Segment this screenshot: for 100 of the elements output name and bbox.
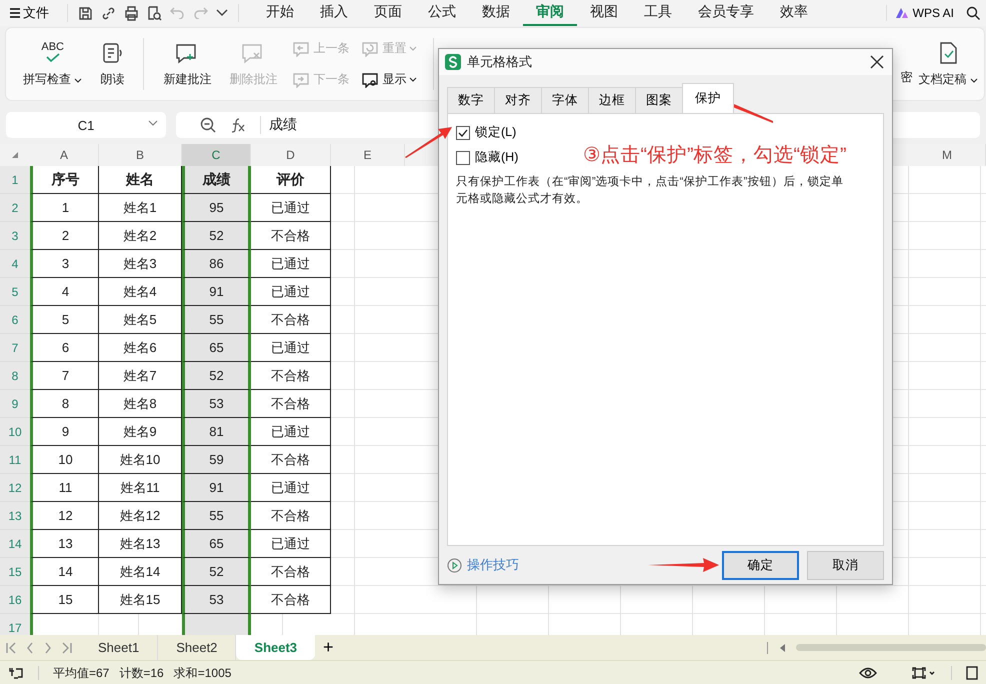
table-cell: 53: [182, 586, 251, 614]
table-cell: 序号: [30, 166, 99, 194]
table-cell: 姓名6: [99, 334, 182, 362]
menu-tab[interactable]: 视图: [577, 0, 631, 26]
table-cell: 已通过: [251, 418, 331, 446]
table-cell: 1: [30, 194, 99, 222]
zoom-icon: [200, 117, 216, 133]
search-icon: [966, 6, 980, 20]
menu-tab[interactable]: 插入: [307, 0, 361, 26]
table-cell: 14: [30, 558, 99, 586]
table-cell: 59: [182, 446, 251, 474]
dialog-tab[interactable]: 图案: [635, 87, 683, 113]
dialog-tab[interactable]: 字体: [541, 87, 589, 113]
table-cell: 91: [182, 278, 251, 306]
menu-tab[interactable]: 页面: [361, 0, 415, 26]
name-box[interactable]: C1: [6, 112, 166, 138]
table-cell: 姓名7: [99, 362, 182, 390]
ribbon-button[interactable]: 朗读: [93, 36, 132, 92]
status-stat: 平均值=67: [53, 664, 110, 682]
table-cell: 不合格: [251, 558, 331, 586]
menu-tab[interactable]: 会员专享: [685, 0, 767, 26]
table-cell: 姓名8: [99, 390, 182, 418]
file-menu[interactable]: 文件: [6, 4, 53, 22]
checkbox[interactable]: [456, 126, 470, 140]
table-cell: 姓名15: [99, 586, 182, 614]
table-cell: 姓名10: [99, 446, 182, 474]
menu-tab[interactable]: 效率: [767, 0, 821, 26]
close-button[interactable]: [868, 53, 886, 71]
normal-view-icon: [966, 666, 978, 680]
ribbon-button[interactable]: 新建批注: [156, 36, 218, 92]
ribbon-button[interactable]: 显示: [357, 68, 422, 91]
table-cell: 不合格: [251, 586, 331, 614]
first-sheet-icon: [6, 642, 16, 654]
link-icon: [101, 6, 116, 20]
table-cell: 91: [182, 474, 251, 502]
tips-link[interactable]: 操作技巧: [447, 556, 519, 574]
dialog-tab[interactable]: 保护: [682, 83, 734, 113]
menu-tab[interactable]: 开始: [253, 0, 307, 26]
dialog-button[interactable]: 确定: [722, 550, 799, 580]
menu-tab[interactable]: 工具: [631, 0, 685, 26]
table-cell: 成绩: [182, 166, 251, 194]
sheet-tab[interactable]: Sheet3: [236, 635, 316, 660]
table-cell: 13: [30, 530, 99, 558]
last-sheet-icon: [62, 642, 72, 654]
table-cell: 7: [30, 362, 99, 390]
column-header[interactable]: C: [182, 144, 251, 166]
ribbon-button[interactable]: ABC 拼写检查: [16, 36, 90, 92]
check-mark-icon: [46, 52, 60, 62]
function-icon: [230, 117, 246, 133]
ribbon-label: 密: [900, 68, 913, 86]
status-stat: 求和=1005: [174, 664, 232, 682]
dialog-tab[interactable]: 对齐: [494, 87, 542, 113]
add-sheet-button[interactable]: +: [315, 635, 342, 660]
dialog-tab[interactable]: 数字: [447, 87, 495, 113]
table-cell: 53: [182, 390, 251, 418]
ai-logo-icon: [894, 7, 909, 19]
table-cell: 11: [30, 474, 99, 502]
ribbon-button[interactable]: 文档定稿: [916, 36, 980, 92]
menu-tab[interactable]: 数据: [469, 0, 523, 26]
checkbox-option[interactable]: 锁定(L): [456, 124, 516, 141]
table-cell: 52: [182, 558, 251, 586]
next-comment-icon: [292, 72, 310, 88]
table-cell: 5: [30, 306, 99, 334]
save-icon: [78, 6, 93, 20]
ai-button[interactable]: WPS AI: [886, 5, 960, 21]
caret-icon: [409, 77, 418, 82]
table-cell: 3: [30, 250, 99, 278]
table-cell: 姓名4: [99, 278, 182, 306]
checkbox-option[interactable]: 隐藏(H): [456, 149, 518, 166]
dialog-button[interactable]: 取消: [807, 550, 884, 580]
macro-icon: [8, 666, 24, 680]
scroll-left-icon: [778, 642, 786, 652]
scrollbar-thumb[interactable]: [796, 644, 986, 651]
table-cell: 52: [182, 362, 251, 390]
select-all-icon[interactable]: [12, 152, 18, 158]
table-cell: 不合格: [251, 362, 331, 390]
annotation-text: ③点击“保护”标签，勾选“锁定”: [583, 143, 846, 168]
checkbox[interactable]: [456, 150, 470, 164]
dialog-tab[interactable]: 边框: [588, 87, 636, 113]
table-cell: 8: [30, 390, 99, 418]
table-cell: 姓名2: [99, 222, 182, 250]
table-cell: 86: [182, 250, 251, 278]
status-stat: 计数=16: [119, 664, 164, 682]
menu-tab[interactable]: 公式: [415, 0, 469, 26]
table-cell: 不合格: [251, 446, 331, 474]
table-cell: 姓名: [99, 166, 182, 194]
table-cell: 已通过: [251, 530, 331, 558]
table-cell: 55: [182, 306, 251, 334]
table-cell: 已通过: [251, 334, 331, 362]
caret-icon: [409, 46, 418, 51]
icon-label: ABC: [41, 40, 64, 52]
table-cell: 姓名12: [99, 502, 182, 530]
table-cell: 52: [182, 222, 251, 250]
print-preview-icon: [147, 6, 162, 20]
table-cell: 6: [30, 334, 99, 362]
help-text: 只有保护工作表（在“审阅”选项卡中，点击“保护工作表”按钮）后，锁定单元格或隐藏公式才有效。: [456, 174, 844, 207]
table-cell: 姓名5: [99, 306, 182, 334]
table-cell: 姓名9: [99, 418, 182, 446]
table-cell: 不合格: [251, 502, 331, 530]
layout-icon: [911, 666, 937, 680]
